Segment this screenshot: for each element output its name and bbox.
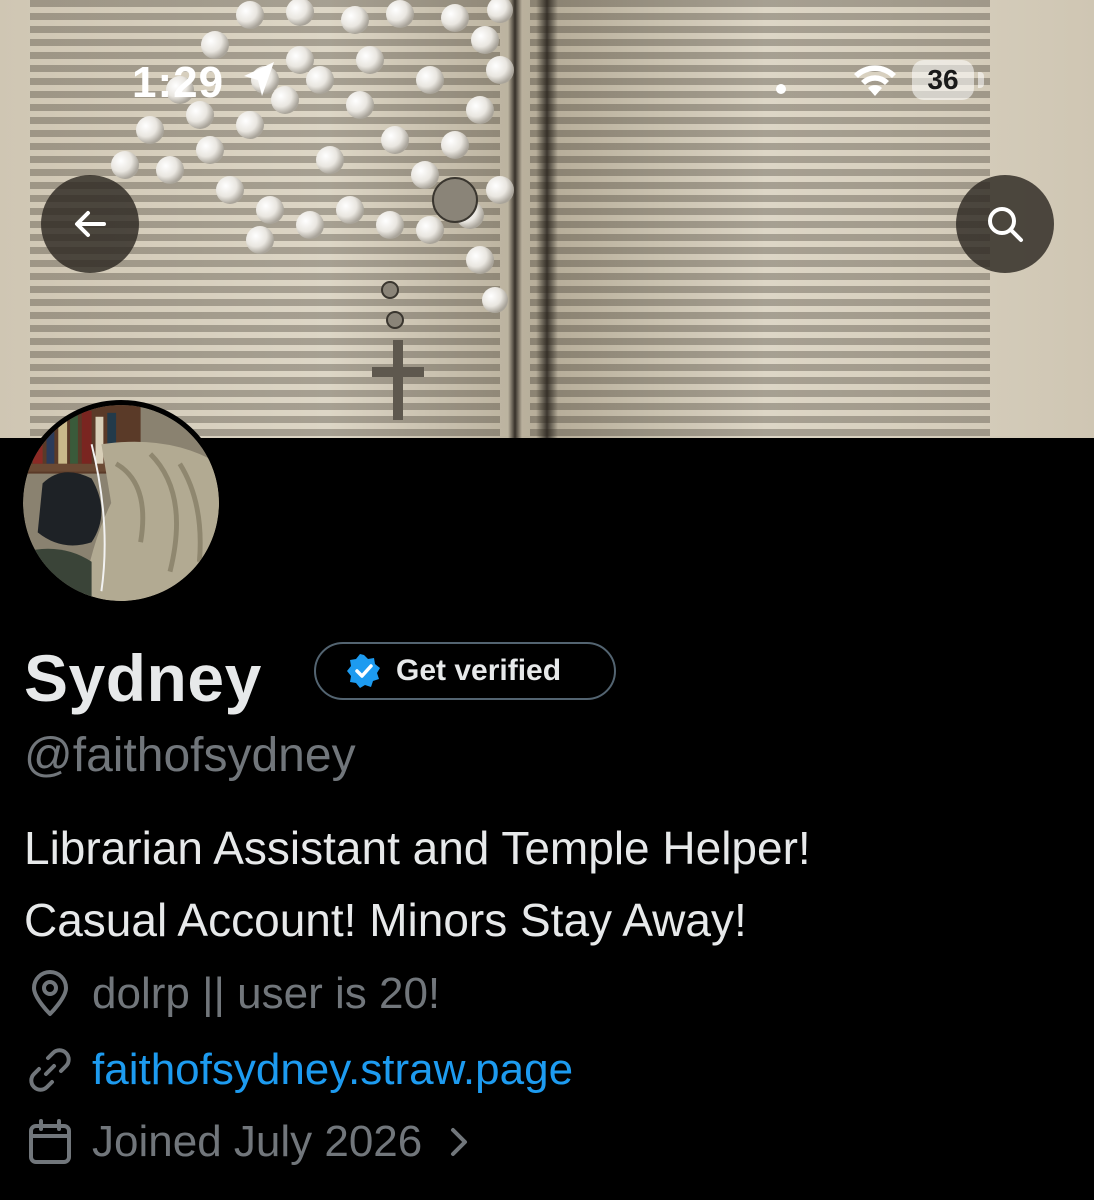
search-icon [988, 207, 1023, 242]
joined-date: Joined July 2026 [92, 1117, 423, 1166]
get-verified-label: Get verified [396, 654, 562, 687]
arrow-left-icon [75, 211, 106, 237]
back-button[interactable] [41, 175, 139, 273]
joined-row[interactable]: Joined July 2026 [24, 1112, 474, 1172]
get-verified-button[interactable]: Get verified [314, 642, 616, 700]
link-icon [29, 1048, 71, 1092]
user-handle: @faithofsydney [24, 729, 356, 782]
verified-badge-icon [347, 654, 380, 688]
location-text: dolrp || user is 20! [92, 969, 441, 1018]
wifi-icon [854, 65, 896, 96]
website-row[interactable]: faithofsydney.straw.page [24, 1040, 573, 1100]
location-pin-icon [32, 970, 68, 1016]
location-arrow-icon [244, 62, 274, 96]
chevron-right-icon [451, 1128, 468, 1156]
battery-cap [978, 72, 984, 88]
profile-bio: Librarian Assistant and Temple Helper! C… [24, 822, 811, 946]
display-name: Sydney [24, 641, 262, 715]
status-time: 1:29 [132, 58, 225, 107]
status-bar: 1:29 36 [0, 0, 1094, 120]
status-dot [776, 84, 786, 94]
website-link[interactable]: faithofsydney.straw.page [92, 1045, 573, 1095]
calendar-icon [29, 1119, 71, 1164]
avatar[interactable] [18, 400, 224, 606]
search-button[interactable] [956, 175, 1054, 273]
location-row: dolrp || user is 20! [24, 964, 440, 1024]
battery-icon: 36 [912, 60, 974, 100]
avatar-photo [23, 405, 219, 601]
